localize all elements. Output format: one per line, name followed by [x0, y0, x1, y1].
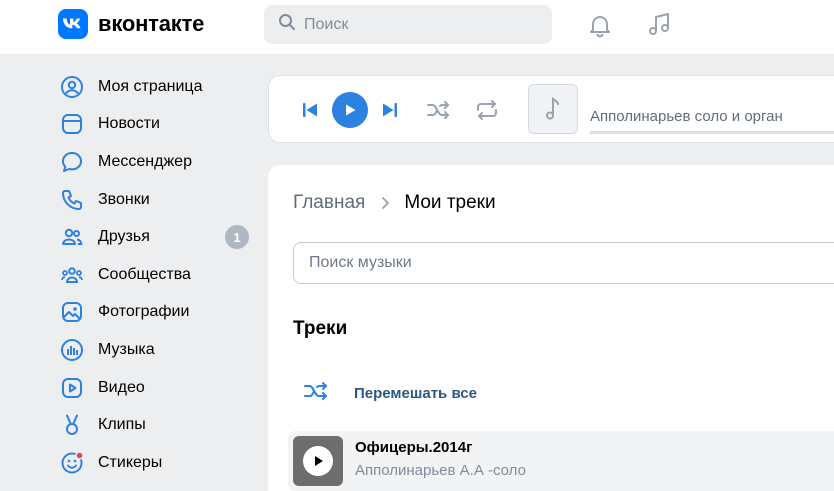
breadcrumb-home[interactable]: Главная: [293, 192, 365, 214]
sidebar-item-music[interactable]: Музыка: [58, 331, 258, 369]
sidebar-item-stickers[interactable]: Стикеры: [58, 444, 258, 482]
sidebar-item-friends[interactable]: Друзья 1: [58, 218, 258, 256]
section-title: Треки: [293, 318, 348, 339]
message-icon: [58, 148, 86, 176]
vk-logo-icon: [58, 9, 88, 39]
music-icon: [58, 336, 86, 364]
track-title: Офицеры.2014г: [355, 439, 473, 456]
sidebar-item-label: Музыка: [98, 340, 155, 358]
sidebar-item-label: Друзья: [98, 228, 150, 246]
sidebar-item-photos[interactable]: Фотографии: [58, 294, 258, 332]
shuffle-icon[interactable]: [426, 97, 452, 123]
sidebar-item-messenger[interactable]: Мессенджер: [58, 143, 258, 181]
sidebar-item-clips[interactable]: Клипы: [58, 406, 258, 444]
audio-player: Апполинарьев соло и орган: [268, 75, 834, 143]
sidebar-item-label: Видео: [98, 378, 145, 396]
repeat-icon[interactable]: [474, 97, 500, 123]
vk-logo[interactable]: вконтакте: [58, 9, 204, 39]
track-row[interactable]: Офицеры.2014г Апполинарьев А.А -соло: [288, 431, 834, 491]
bell-icon[interactable]: [586, 11, 614, 39]
friends-count-badge: 1: [225, 225, 249, 250]
sidebar-item-video[interactable]: Видео: [58, 369, 258, 407]
previous-track-icon[interactable]: [300, 100, 320, 120]
sidebar-item-label: Клипы: [98, 416, 146, 434]
photo-icon: [58, 298, 86, 326]
sidebar-item-label: Мессенджер: [98, 152, 192, 170]
video-icon: [58, 374, 86, 402]
track-cover-placeholder[interactable]: [528, 84, 578, 134]
progress-bar[interactable]: [590, 131, 834, 134]
sidebar-item-news[interactable]: Новости: [58, 106, 258, 144]
newsfeed-icon: [58, 110, 86, 138]
now-playing-title[interactable]: Апполинарьев соло и орган: [590, 108, 783, 125]
community-icon: [58, 261, 86, 289]
play-button[interactable]: [332, 92, 368, 128]
breadcrumb: Главная Мои треки: [293, 192, 496, 214]
sidebar-item-label: Стикеры: [98, 453, 163, 471]
top-header: вконтакте: [0, 0, 834, 55]
user-circle-icon: [58, 73, 86, 101]
sidebar-item-label: Моя страница: [98, 77, 203, 95]
sidebar-item-label: Фотографии: [98, 303, 190, 321]
music-search-input[interactable]: [294, 243, 794, 283]
users-icon: [58, 223, 86, 251]
music-note-icon: [546, 96, 559, 120]
next-track-icon[interactable]: [380, 100, 400, 120]
shuffle-icon: [303, 380, 331, 407]
music-search-box[interactable]: [293, 242, 834, 284]
search-input[interactable]: [304, 15, 524, 34]
sidebar-item-communities[interactable]: Сообщества: [58, 256, 258, 294]
sidebar-item-my-page[interactable]: Моя страница: [58, 68, 258, 106]
chevron-right-icon: [381, 196, 390, 210]
track-play-button[interactable]: [293, 436, 343, 486]
play-icon: [303, 446, 333, 476]
play-icon: [346, 104, 356, 116]
track-artist[interactable]: Апполинарьев А.А -соло: [355, 462, 526, 479]
shuffle-all-label: Перемешать все: [354, 385, 477, 402]
shuffle-all-button[interactable]: Перемешать все: [303, 380, 477, 407]
global-search[interactable]: [264, 5, 552, 44]
sidebar-item-label: Звонки: [98, 190, 150, 208]
sidebar-item-label: Сообщества: [98, 265, 191, 283]
search-icon: [278, 13, 296, 36]
clips-icon: [58, 411, 86, 439]
left-sidebar: Моя страница Новости Мессенджер Звонки Д…: [58, 68, 258, 482]
sidebar-item-label: Новости: [98, 115, 160, 133]
logo-text: вконтакте: [98, 11, 205, 36]
music-note-icon[interactable]: [645, 11, 673, 39]
breadcrumb-current: Мои треки: [404, 192, 496, 213]
music-panel: Главная Мои треки Треки Перемешать все О…: [268, 165, 834, 491]
phone-icon: [58, 186, 86, 214]
sticker-icon: [58, 449, 86, 477]
sidebar-item-calls[interactable]: Звонки: [58, 181, 258, 219]
